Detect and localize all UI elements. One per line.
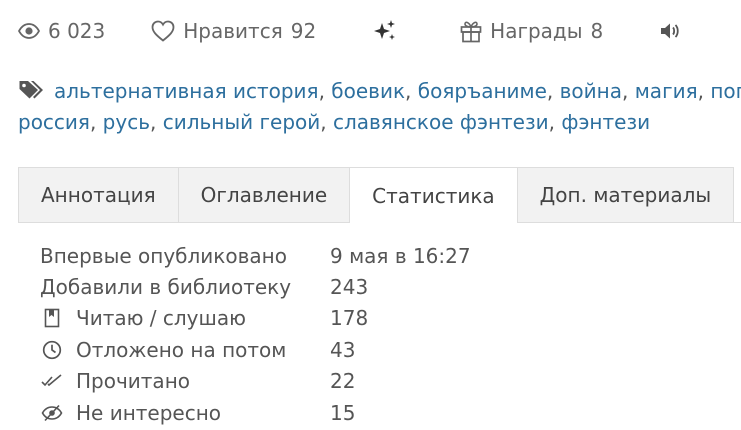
stats-bar: 6 023 Нравится 92 Награды 8 bbox=[18, 14, 681, 48]
bookmark-icon bbox=[40, 308, 64, 328]
tag-link[interactable]: сильный герой bbox=[163, 110, 321, 134]
tag-link[interactable]: альтернативная история bbox=[54, 79, 319, 103]
tags-line-1: альтернативная история, боевик, бояръани… bbox=[18, 76, 741, 107]
tab-statistics[interactable]: Статистика bbox=[349, 167, 517, 223]
first-published-value: 9 мая в 16:27 bbox=[330, 243, 471, 268]
views-count: 6 023 bbox=[48, 19, 106, 43]
stat-row-postponed: Отложено на потом 43 bbox=[40, 334, 471, 365]
tab-extra-materials[interactable]: Доп. материалы bbox=[516, 167, 735, 222]
reading-label: Читаю / слушаю bbox=[76, 306, 246, 331]
awards-count: 8 bbox=[590, 19, 604, 43]
reading-value: 178 bbox=[330, 306, 369, 331]
tab-contents[interactable]: Оглавление bbox=[177, 167, 350, 222]
tag-link[interactable]: война bbox=[560, 79, 622, 103]
awards-button[interactable]: Награды 8 bbox=[460, 19, 603, 43]
not-interested-label: Не интересно bbox=[76, 400, 222, 425]
added-to-library-label: Добавили в библиотеку bbox=[40, 275, 292, 300]
first-published-label: Впервые опубликовано bbox=[40, 243, 287, 268]
tags-line-2: россия, русь, сильный герой, славянское … bbox=[18, 110, 651, 134]
double-check-icon bbox=[40, 373, 64, 389]
clock-icon bbox=[40, 340, 64, 360]
stat-row-reading: Читаю / слушаю 178 bbox=[40, 303, 471, 334]
stat-row-finished: Прочитано 22 bbox=[40, 366, 471, 397]
stat-row-first-published: Впервые опубликовано 9 мая в 16:27 bbox=[40, 240, 471, 271]
sparkle-button[interactable] bbox=[372, 19, 398, 43]
speaker-icon bbox=[659, 21, 681, 41]
tag-link[interactable]: бояръаниме bbox=[418, 79, 547, 103]
sparkle-icon bbox=[372, 19, 398, 43]
like-button[interactable]: Нравится 92 bbox=[151, 19, 316, 43]
stat-row-added-to-library: Добавили в библиотеку 243 bbox=[40, 271, 471, 302]
tag-link[interactable]: фэнтези bbox=[561, 110, 650, 134]
tag-link[interactable]: попаданец bbox=[710, 79, 741, 103]
stat-row-not-interested: Не интересно 15 bbox=[40, 397, 471, 428]
tabs-bar: Аннотация Оглавление Статистика Доп. мат… bbox=[18, 167, 741, 223]
tag-link[interactable]: магия bbox=[635, 79, 698, 103]
heart-icon bbox=[151, 20, 175, 42]
views-stat: 6 023 bbox=[18, 19, 105, 43]
likes-label: Нравится bbox=[183, 19, 283, 43]
tag-link[interactable]: боевик bbox=[331, 79, 405, 103]
not-interested-value: 15 bbox=[330, 400, 356, 425]
eye-slash-icon bbox=[40, 404, 64, 422]
tab-annotation[interactable]: Аннотация bbox=[18, 167, 178, 222]
finished-label: Прочитано bbox=[76, 369, 191, 394]
tag-link[interactable]: русь bbox=[103, 110, 150, 134]
postponed-label: Отложено на потом bbox=[76, 337, 287, 362]
postponed-value: 43 bbox=[330, 337, 356, 362]
statistics-table: Впервые опубликовано 9 мая в 16:27 Добав… bbox=[40, 240, 471, 428]
tag-link[interactable]: россия bbox=[18, 110, 90, 134]
awards-label: Награды bbox=[490, 19, 583, 43]
eye-icon bbox=[18, 23, 40, 39]
tags-icon bbox=[18, 79, 46, 110]
likes-count: 92 bbox=[290, 19, 317, 43]
audio-button[interactable] bbox=[659, 21, 681, 41]
tags-list: альтернативная история, боевик, бояръани… bbox=[18, 76, 741, 138]
added-to-library-value: 243 bbox=[330, 275, 369, 300]
finished-value: 22 bbox=[330, 369, 356, 394]
tag-link[interactable]: славянское фэнтези bbox=[333, 110, 549, 134]
gift-icon bbox=[460, 19, 482, 43]
